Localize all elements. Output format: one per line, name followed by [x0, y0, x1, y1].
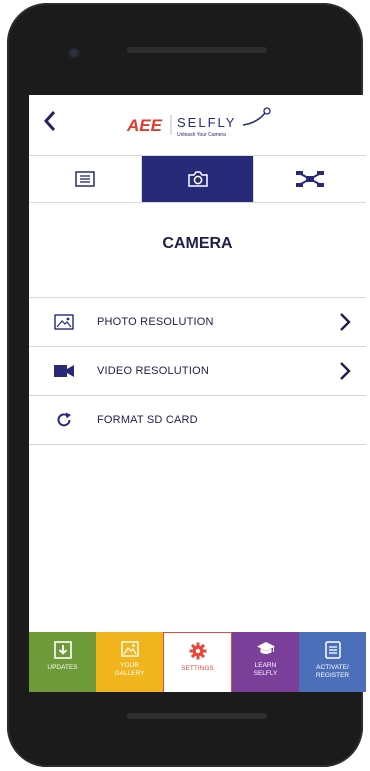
tab-camera[interactable] [140, 156, 254, 202]
list-icon [75, 171, 95, 187]
drone-icon [296, 171, 325, 187]
nav-activate-register[interactable]: ACTIVATE/ REGISTER [299, 632, 366, 692]
nav-label: YOUR GALLERY [114, 662, 145, 677]
back-button[interactable] [43, 109, 67, 137]
settings-tabs [29, 156, 366, 203]
tab-drone[interactable] [253, 156, 366, 202]
menu-item-label: VIDEO RESOLUTION [97, 365, 209, 377]
chevron-right-icon [340, 362, 351, 380]
menu-item-format-sd-card[interactable]: FORMAT SD CARD [29, 395, 366, 445]
nav-updates[interactable]: UPDATES [29, 632, 96, 692]
logo-product: SELFLY [177, 115, 236, 130]
phone-frame: AEE SELFLY Unleash Your Camera CAMERA PH… [7, 3, 366, 767]
camera-icon [187, 171, 208, 187]
app-screen: AEE SELFLY Unleash Your Camera CAMERA PH… [29, 95, 366, 692]
refresh-icon [51, 410, 77, 430]
nav-settings[interactable]: SETTINGS [163, 632, 232, 692]
menu-item-photo-resolution[interactable]: PHOTO RESOLUTION [29, 297, 366, 346]
earpiece-speaker [127, 47, 267, 53]
nav-label: LEARN SELFLY [253, 662, 278, 677]
selfly-logo: AEE SELFLY Unleash Your Camera [125, 103, 285, 145]
menu-item-video-resolution[interactable]: VIDEO RESOLUTION [29, 346, 366, 395]
chevron-left-icon [43, 111, 56, 131]
gallery-icon [120, 641, 139, 657]
nav-label: SETTINGS [181, 665, 214, 672]
front-camera [70, 49, 78, 57]
image-icon [51, 312, 77, 332]
graduation-cap-icon [256, 642, 275, 654]
register-icon [324, 641, 341, 659]
bottom-speaker [127, 713, 267, 719]
logo-brand: AEE [126, 116, 163, 135]
app-header: AEE SELFLY Unleash Your Camera [29, 95, 366, 156]
bottom-navigation: UPDATES YOUR GALLERY SETTINGS LEARN SELF… [29, 632, 366, 692]
menu-item-label: FORMAT SD CARD [97, 414, 198, 426]
logo-tagline: Unleash Your Camera [177, 132, 226, 138]
chevron-right-icon [340, 313, 351, 331]
menu-item-label: PHOTO RESOLUTION [97, 316, 214, 328]
nav-your-gallery[interactable]: YOUR GALLERY [96, 632, 163, 692]
gear-icon [189, 642, 206, 660]
camera-settings-list: PHOTO RESOLUTION VIDEO RESOLUTION FORMAT… [29, 297, 366, 445]
nav-label: ACTIVATE/ REGISTER [315, 664, 350, 679]
nav-label: UPDATES [47, 664, 78, 671]
page-title: CAMERA [162, 235, 233, 252]
download-icon [53, 641, 72, 659]
video-camera-icon [51, 361, 77, 381]
nav-learn-selfly[interactable]: LEARN SELFLY [232, 632, 299, 692]
tab-general[interactable] [29, 156, 141, 202]
